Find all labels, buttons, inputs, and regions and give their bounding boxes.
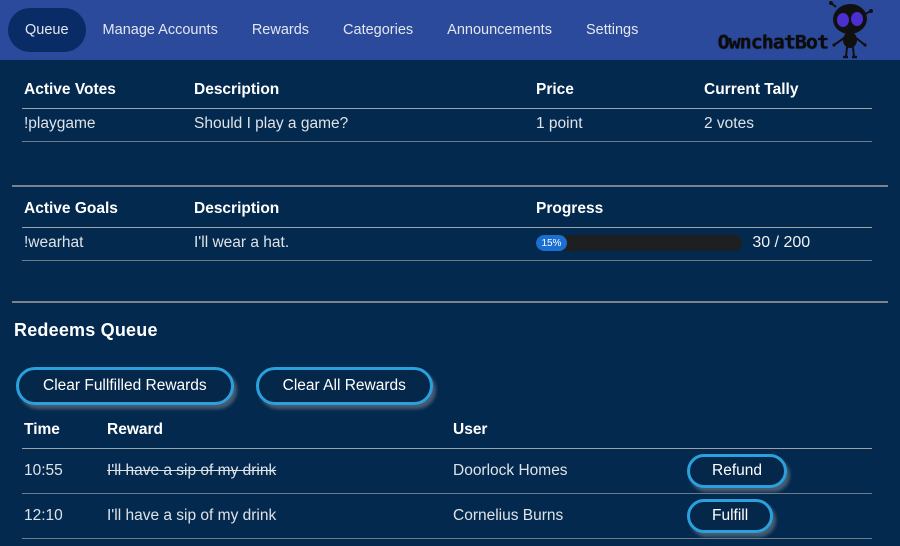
goal-command: !wearhat xyxy=(22,228,192,261)
vote-command: !playgame xyxy=(22,109,192,142)
nav-tab-rewards[interactable]: Rewards xyxy=(235,8,326,52)
active-goals-header-row: Active Goals Description Progress xyxy=(22,194,872,228)
goal-progress-percent-label: 15% xyxy=(541,238,561,249)
refund-button[interactable]: Refund xyxy=(687,454,787,488)
redeem-time: 12:10 xyxy=(22,494,105,539)
clear-all-rewards-button[interactable]: Clear All Rewards xyxy=(256,367,433,405)
goal-description: I'll wear a hat. xyxy=(192,228,534,261)
col-header-description: Description xyxy=(192,194,534,228)
col-header-time: Time xyxy=(22,416,105,449)
goal-progress-bar: 15% xyxy=(536,235,742,251)
redeem-action-cell: Refund xyxy=(685,449,872,494)
redeem-time: 10:55 xyxy=(22,449,105,494)
active-goal-row: !wearhat I'll wear a hat. 15% 30 / 200 xyxy=(22,228,872,261)
goal-progress-count: 30 / 200 xyxy=(752,234,810,252)
section-divider xyxy=(12,185,888,187)
redeem-user: Cornelius Burns xyxy=(451,494,685,539)
robot-mascot-icon xyxy=(822,0,876,60)
redeem-row: 12:10 I'll have a sip of my drink Cornel… xyxy=(22,494,872,539)
redeems-header-row: Time Reward User xyxy=(22,416,872,449)
section-divider xyxy=(12,301,888,303)
top-navbar: Queue Manage Accounts Rewards Categories… xyxy=(0,0,900,60)
nav-tab-queue[interactable]: Queue xyxy=(8,8,86,52)
redeem-reward: I'll have a sip of my drink xyxy=(105,449,451,494)
redeem-reward: I'll have a sip of my drink xyxy=(105,494,451,539)
col-header-active-votes: Active Votes xyxy=(22,75,192,109)
active-goals-table: Active Goals Description Progress !wearh… xyxy=(22,194,872,261)
active-votes-table: Active Votes Description Price Current T… xyxy=(22,75,872,142)
nav-tabs: Queue Manage Accounts Rewards Categories… xyxy=(8,8,655,52)
goal-progress-cell: 15% 30 / 200 xyxy=(534,228,872,261)
goal-progress-fill: 15% xyxy=(536,235,567,251)
clear-fulfilled-rewards-button[interactable]: Clear Fullfilled Rewards xyxy=(16,367,234,405)
nav-tab-manage-accounts[interactable]: Manage Accounts xyxy=(86,8,235,52)
brand-logo-text: OwnchatBot xyxy=(718,31,828,53)
nav-tab-settings[interactable]: Settings xyxy=(569,8,655,52)
redeems-queue-table: Time Reward User 10:55 I'll have a sip o… xyxy=(22,416,872,539)
brand-logo: OwnchatBot xyxy=(718,0,894,60)
col-header-current-tally: Current Tally xyxy=(702,75,872,109)
redeem-user: Doorlock Homes xyxy=(451,449,685,494)
queue-page: Active Votes Description Price Current T… xyxy=(0,60,900,539)
col-header-description: Description xyxy=(192,75,534,109)
fulfill-button[interactable]: Fulfill xyxy=(687,499,773,533)
col-header-price: Price xyxy=(534,75,702,109)
vote-description: Should I play a game? xyxy=(192,109,534,142)
nav-tab-announcements[interactable]: Announcements xyxy=(430,8,569,52)
redeems-queue-title: Redeems Queue xyxy=(14,320,888,341)
redeem-action-cell: Fulfill xyxy=(685,494,872,539)
redeems-actions: Clear Fullfilled Rewards Clear All Rewar… xyxy=(16,367,888,405)
active-vote-row: !playgame Should I play a game? 1 point … xyxy=(22,109,872,142)
redeem-row: 10:55 I'll have a sip of my drink Doorlo… xyxy=(22,449,872,494)
col-header-active-goals: Active Goals xyxy=(22,194,192,228)
col-header-progress: Progress xyxy=(534,194,872,228)
col-header-reward: Reward xyxy=(105,416,451,449)
col-header-user: User xyxy=(451,416,685,449)
vote-tally: 2 votes xyxy=(702,109,872,142)
vote-price: 1 point xyxy=(534,109,702,142)
active-votes-header-row: Active Votes Description Price Current T… xyxy=(22,75,872,109)
col-header-action xyxy=(685,416,872,449)
nav-tab-categories[interactable]: Categories xyxy=(326,8,430,52)
